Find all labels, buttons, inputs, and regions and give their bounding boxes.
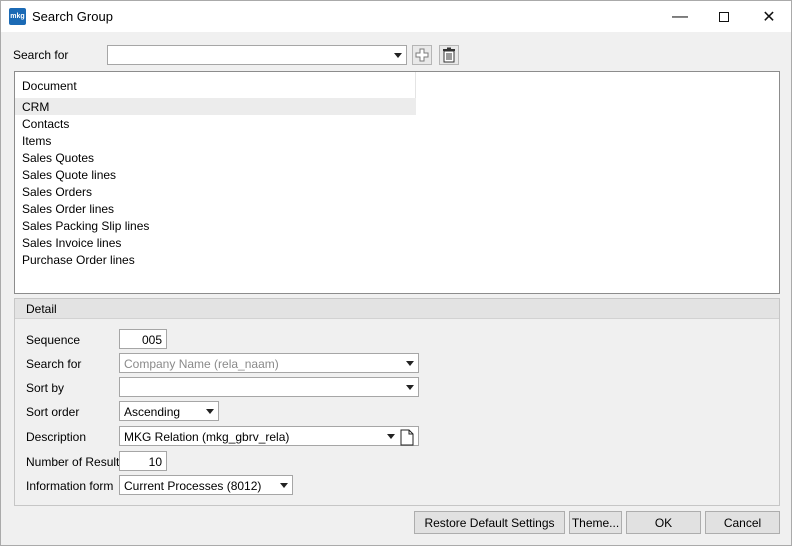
document-column-label: Document: [22, 79, 77, 93]
minimize-button[interactable]: —: [657, 1, 703, 32]
cancel-button[interactable]: Cancel: [705, 511, 780, 534]
search-group-window: mkg Search Group — ✕ Search for Document: [0, 0, 792, 546]
title-bar: mkg Search Group — ✕: [1, 1, 791, 32]
window-title: Search Group: [32, 9, 113, 24]
number-of-results-label: Number of Results: [26, 455, 126, 469]
list-item-label: Items: [22, 134, 52, 148]
list-column-header[interactable]: Document: [15, 72, 416, 98]
delete-button[interactable]: [439, 45, 459, 65]
sort-by-label: Sort by: [26, 381, 65, 395]
chevron-down-icon: [406, 361, 414, 366]
plus-icon: [415, 48, 429, 62]
list-item-label: Sales Invoice lines: [22, 236, 122, 250]
theme-button[interactable]: Theme...: [569, 511, 622, 534]
sort-by-combo[interactable]: [119, 377, 419, 397]
search-for-label: Search for: [13, 48, 69, 62]
chevron-down-icon: [387, 434, 395, 439]
add-button[interactable]: [412, 45, 432, 65]
list-item-label: CRM: [22, 100, 50, 114]
information-form-value: Current Processes (8012): [124, 479, 262, 493]
list-item[interactable]: Items: [15, 132, 416, 149]
chevron-down-icon: [206, 409, 214, 414]
document-icon[interactable]: [400, 429, 414, 446]
description-combo[interactable]: MKG Relation (mkg_gbrv_rela): [119, 426, 419, 446]
sequence-input[interactable]: 005: [119, 329, 167, 349]
chevron-down-icon: [394, 53, 402, 58]
trash-icon: [443, 47, 455, 63]
document-list[interactable]: Document CRM Contacts Items Sales Quotes…: [14, 71, 780, 294]
sequence-label: Sequence: [26, 333, 81, 347]
list-item[interactable]: CRM: [15, 98, 416, 115]
chevron-down-icon: [406, 385, 414, 390]
list-item[interactable]: Sales Quotes: [15, 149, 416, 166]
sort-order-label: Sort order: [26, 405, 80, 419]
list-item-label: Sales Order lines: [22, 202, 115, 216]
search-for-field-combo[interactable]: Company Name (rela_naam): [119, 353, 419, 373]
description-value: MKG Relation (mkg_gbrv_rela): [124, 430, 290, 444]
chevron-down-icon: [280, 483, 288, 488]
information-form-combo[interactable]: Current Processes (8012): [119, 475, 293, 495]
list-item-label: Sales Orders: [22, 185, 93, 199]
list-item[interactable]: Sales Quote lines: [15, 166, 416, 183]
sort-order-combo[interactable]: Ascending: [119, 401, 219, 421]
list-item[interactable]: Sales Orders: [15, 183, 416, 200]
search-for-combo[interactable]: [107, 45, 407, 65]
close-button[interactable]: ✕: [746, 1, 792, 32]
restore-defaults-button[interactable]: Restore Default Settings: [414, 511, 565, 534]
number-of-results-input[interactable]: 10: [119, 451, 167, 471]
maximize-button[interactable]: [701, 1, 747, 32]
search-for-field-value: Company Name (rela_naam): [124, 357, 279, 371]
list-item[interactable]: Sales Order lines: [15, 200, 416, 217]
sort-order-value: Ascending: [124, 405, 181, 419]
mkg-app-icon: mkg: [9, 8, 26, 25]
detail-title: Detail: [26, 302, 57, 316]
list-item-label: Sales Quotes: [22, 151, 95, 165]
detail-header: Detail: [15, 299, 779, 319]
list-item-label: Contacts: [22, 117, 70, 131]
ok-button[interactable]: OK: [626, 511, 701, 534]
list-item-label: Sales Packing Slip lines: [22, 219, 150, 233]
list-item[interactable]: Purchase Order lines: [15, 251, 416, 268]
list-item-label: Purchase Order lines: [22, 253, 135, 267]
information-form-label: Information form: [26, 479, 114, 493]
list-item[interactable]: Sales Packing Slip lines: [15, 217, 416, 234]
list-item[interactable]: Contacts: [15, 115, 416, 132]
maximize-icon: [719, 11, 729, 22]
description-label: Description: [26, 430, 87, 444]
search-for-field-label: Search for: [26, 357, 82, 371]
list-item-label: Sales Quote lines: [22, 168, 117, 182]
list-item[interactable]: Sales Invoice lines: [15, 234, 416, 251]
